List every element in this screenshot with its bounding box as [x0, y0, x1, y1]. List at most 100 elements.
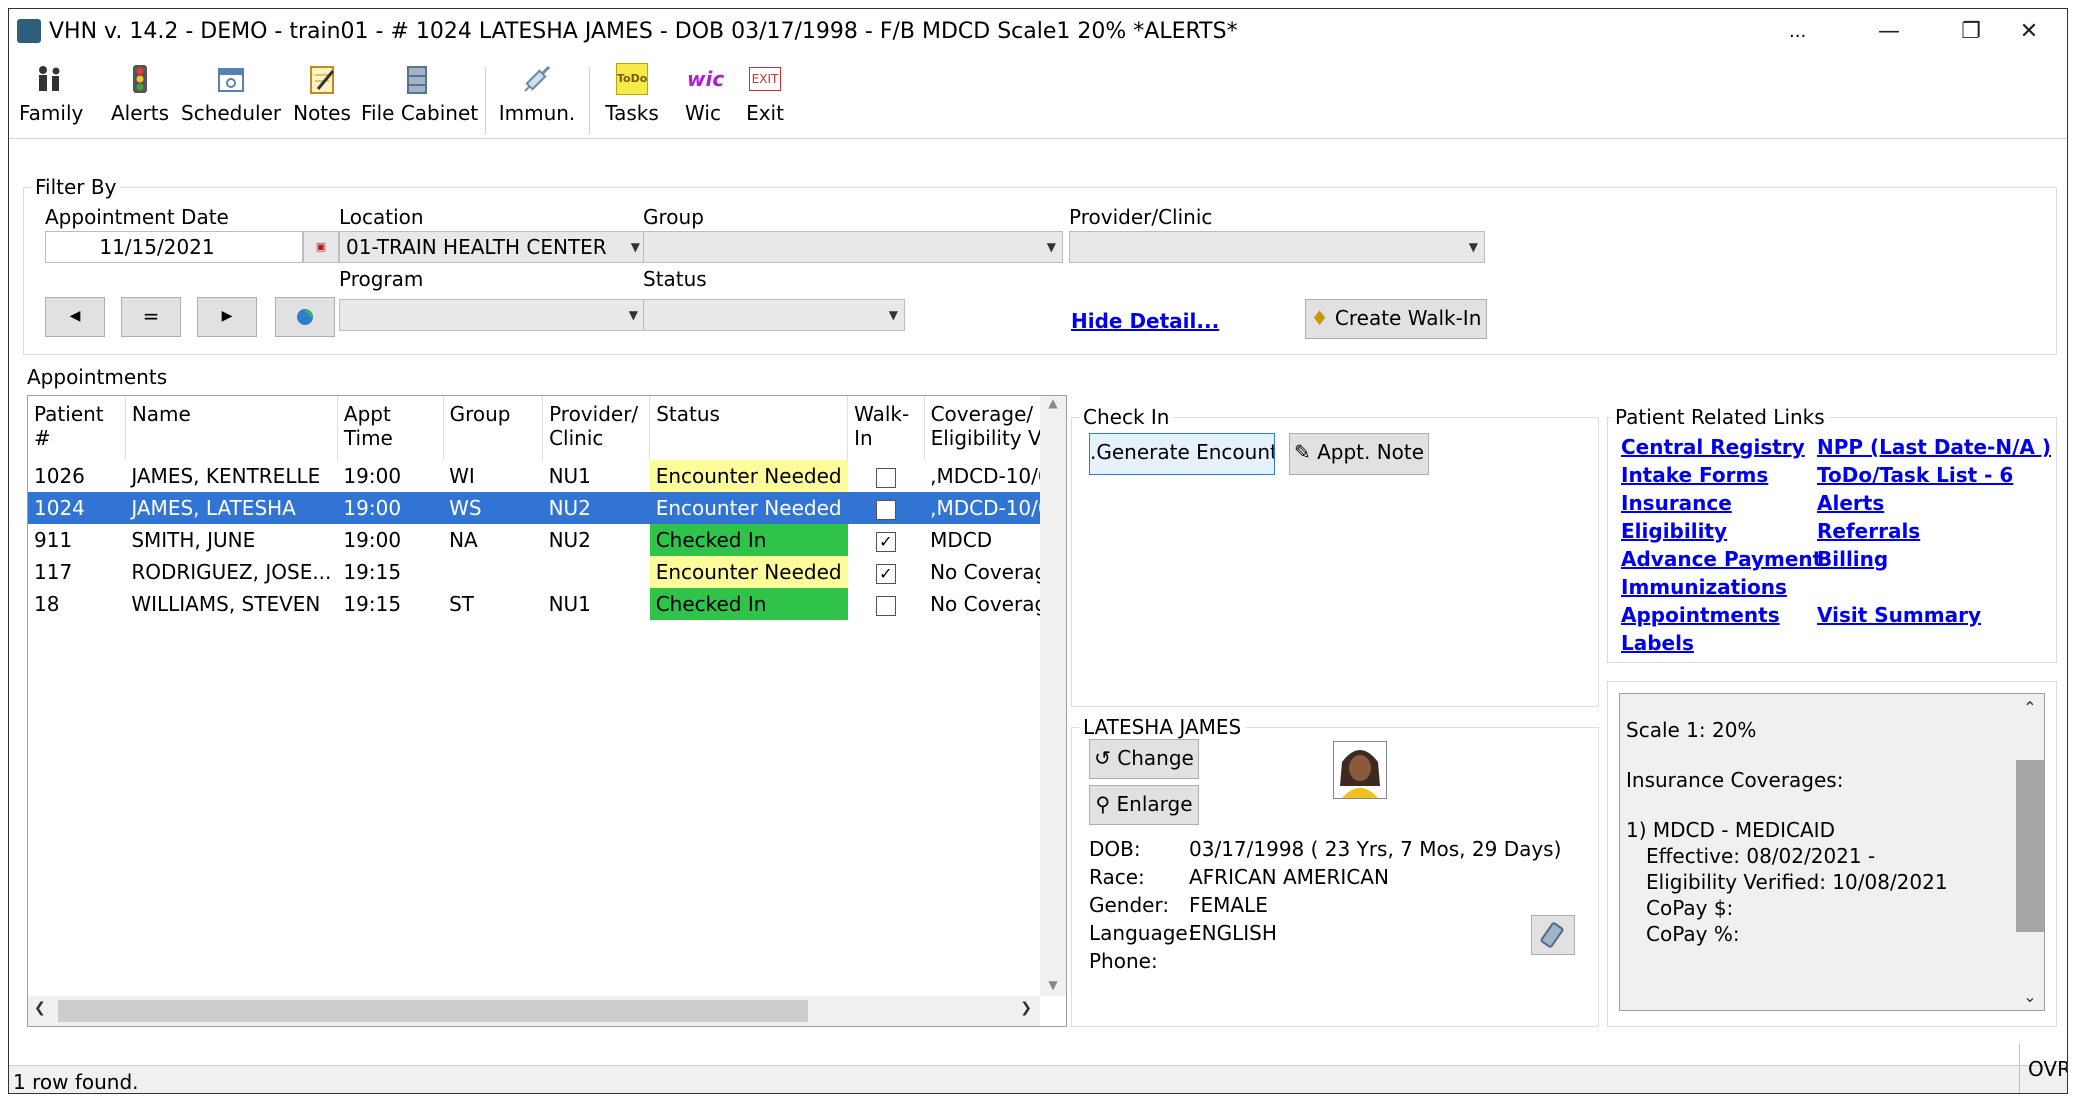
appt-note-button[interactable]: ✎ Appt. Note — [1289, 433, 1429, 475]
table-row[interactable]: 911 SMITH, JUNE 19:00 NA NU2 Checked In … — [28, 524, 1066, 556]
column-header[interactable]: Status — [649, 396, 849, 460]
chevron-down-icon: ▼ — [1468, 240, 1478, 254]
group-select[interactable]: ▼ — [643, 231, 1063, 263]
close-button[interactable]: ✕ — [1989, 9, 2067, 55]
scroll-down-icon[interactable]: ⌄ — [2016, 987, 2044, 1006]
summary-scrollbar[interactable]: ⌃ ⌄ — [2016, 694, 2044, 1010]
walkin-checkbox[interactable] — [875, 467, 896, 488]
table-row[interactable]: 117 RODRIGUEZ, JOSE... 19:15 Encounter N… — [28, 556, 1066, 588]
central-registry-link[interactable]: Central Registry — [1621, 435, 1805, 459]
column-header[interactable]: Group — [443, 396, 544, 460]
appointments-title: Appointments — [27, 365, 168, 389]
tasks-button[interactable]: ToDo Tasks — [599, 63, 665, 135]
copay-percent-text: CoPay %: — [1646, 922, 1740, 946]
family-button[interactable]: Family — [19, 63, 83, 135]
scroll-right-icon[interactable]: ❯ — [1020, 1000, 1032, 1016]
language-value: ENGLISH — [1189, 921, 1277, 945]
scroll-down-icon[interactable]: ▼ — [1040, 978, 1066, 992]
appointments-link[interactable]: Appointments — [1621, 603, 1780, 627]
column-header[interactable]: Name — [125, 396, 338, 460]
scroll-up-icon[interactable]: ▲ — [1040, 396, 1066, 410]
alerts-button[interactable]: Alerts — [109, 63, 171, 135]
program-select[interactable]: ▼ — [339, 299, 645, 331]
immunizations-link[interactable]: Immunizations — [1621, 575, 1787, 599]
window-title: VHN v. 14.2 - DEMO - train01 - # 1024 LA… — [49, 19, 1238, 44]
walkin-checkbox[interactable]: ✓ — [875, 531, 896, 552]
family-icon — [34, 63, 66, 95]
patient-avatar[interactable] — [1333, 741, 1387, 799]
cell-provider: NU1 — [548, 464, 591, 488]
intake-forms-link[interactable]: Intake Forms — [1621, 463, 1768, 487]
table-row[interactable]: 18 WILLIAMS, STEVEN 19:15 ST NU1 Checked… — [28, 588, 1066, 620]
provider-select[interactable]: ▼ — [1069, 231, 1485, 263]
program-label: Program — [339, 267, 424, 291]
create-walkin-button[interactable]: ♦ Create Walk-In — [1305, 299, 1487, 339]
refresh-button[interactable] — [275, 297, 335, 337]
cell-walkin: ✓ — [848, 524, 925, 556]
phone-dial-button[interactable] — [1531, 915, 1575, 955]
next-day-button[interactable]: ▶ — [197, 297, 257, 337]
todo-task-list-link[interactable]: ToDo/Task List - 6 — [1817, 463, 2013, 487]
refresh-icon — [297, 309, 313, 325]
scroll-left-icon[interactable]: ❮ — [34, 1000, 46, 1016]
dob-value: 03/17/1998 ( 23 Yrs, 7 Mos, 29 Days) — [1189, 837, 1562, 861]
eligibility-verified-text: Eligibility Verified: 10/08/2021 — [1646, 870, 1948, 894]
cell-time: 19:00 — [337, 492, 444, 524]
cell-walkin — [848, 588, 925, 620]
status-select[interactable]: ▼ — [643, 299, 905, 331]
coverage-line: 1) MDCD - MEDICAID — [1626, 818, 1835, 842]
notes-button[interactable]: Notes — [291, 63, 353, 135]
cell-name: WILLIAMS, STEVEN — [131, 592, 321, 616]
cell-walkin — [847, 492, 925, 524]
change-photo-button[interactable]: ↺ Change — [1089, 739, 1199, 779]
minimize-button[interactable]: — — [1849, 9, 1929, 55]
enlarge-photo-button[interactable]: ⚲ Enlarge — [1089, 785, 1199, 825]
advance-payment-link[interactable]: Advance Payment — [1621, 547, 1822, 571]
column-header[interactable]: Provider/ Clinic — [542, 396, 651, 460]
summary-textbox[interactable]: Scale 1: 20% Insurance Coverages: 1) MDC… — [1619, 693, 2045, 1011]
immun-button[interactable]: Immun. — [497, 63, 577, 135]
prev-day-button[interactable]: ◀ — [45, 297, 105, 337]
walkin-checkbox[interactable] — [875, 499, 896, 520]
location-select[interactable]: 01-TRAIN HEALTH CENTER ▼ — [339, 231, 647, 263]
walkin-checkbox[interactable] — [875, 595, 896, 616]
header-row: Patient # Name Appt Time Group Provider/… — [28, 396, 1066, 460]
cell-group: NA — [449, 528, 478, 552]
chevron-down-icon: ▼ — [630, 240, 640, 254]
wic-button[interactable]: wic Wic — [675, 63, 731, 135]
column-header[interactable]: Walk-In — [847, 396, 925, 460]
column-header[interactable]: Patient # — [28, 396, 126, 460]
appt-date-input[interactable]: 11/15/2021 — [45, 231, 303, 263]
insurance-link[interactable]: Insurance — [1621, 491, 1732, 515]
scheduler-button[interactable]: Scheduler — [181, 63, 281, 135]
cell-time: 19:00 — [343, 528, 402, 552]
scroll-thumb[interactable] — [2016, 760, 2044, 932]
cell-patient: 18 — [34, 592, 60, 616]
cell-group: WS — [443, 492, 543, 524]
npp-link[interactable]: NPP (Last Date-N/A ) — [1817, 435, 2051, 459]
hide-detail-link[interactable]: Hide Detail... — [1071, 309, 1219, 333]
walkin-checkbox[interactable]: ✓ — [875, 563, 896, 584]
alerts-link[interactable]: Alerts — [1817, 491, 1884, 515]
race-value: AFRICAN AMERICAN — [1189, 865, 1389, 889]
cell-group: ST — [449, 592, 474, 616]
labels-link[interactable]: Labels — [1621, 631, 1694, 655]
exit-button[interactable]: EXIT Exit — [737, 63, 793, 135]
eligibility-link[interactable]: Eligibility — [1621, 519, 1727, 543]
billing-link[interactable]: Billing — [1817, 547, 1888, 571]
scroll-up-icon[interactable]: ⌃ — [2016, 694, 2044, 717]
referrals-link[interactable]: Referrals — [1817, 519, 1920, 543]
grid-horizontal-scrollbar[interactable]: ❮ ❯ — [28, 996, 1040, 1026]
calendar-picker-icon[interactable]: ▣ — [303, 231, 339, 263]
visit-summary-link[interactable]: Visit Summary — [1817, 603, 1981, 627]
today-button[interactable]: = — [121, 297, 181, 337]
table-row[interactable]: 1026 JAMES, KENTRELLE 19:00 WI NU1 Encou… — [28, 460, 1066, 492]
column-header[interactable]: Appt Time — [337, 396, 444, 460]
phone-label: Phone: — [1089, 949, 1158, 973]
table-row-selected[interactable]: 1024 JAMES, LATESHA 19:00 WS NU2 Encount… — [28, 492, 1066, 524]
grid-vertical-scrollbar[interactable]: ▲ ▼ — [1040, 396, 1066, 996]
file-cabinet-button[interactable]: File Cabinet — [361, 63, 478, 135]
scroll-thumb[interactable] — [58, 1000, 808, 1022]
cell-group — [443, 556, 543, 588]
generate-encounter-button[interactable]: .Generate Encounte — [1089, 433, 1275, 475]
